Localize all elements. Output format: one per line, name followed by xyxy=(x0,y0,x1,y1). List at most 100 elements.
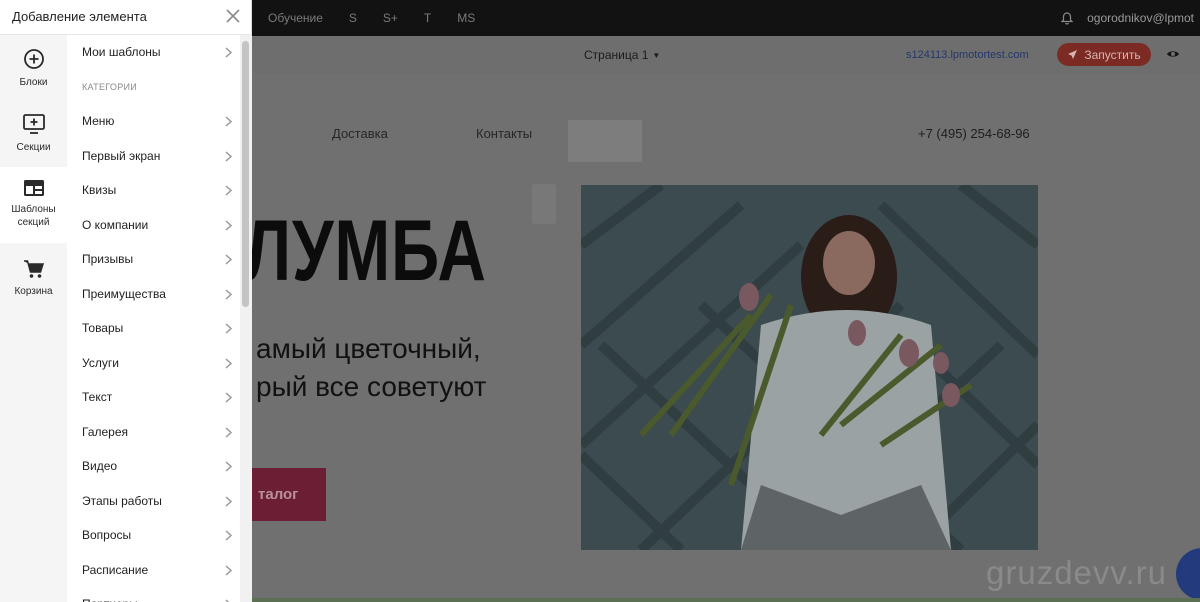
rail-item-label: Секции xyxy=(16,142,51,153)
menu-item-label: Партнеры xyxy=(82,597,138,602)
rail-item-sections[interactable]: Секции xyxy=(0,113,67,173)
rail-item-section-templates[interactable]: Шаблоны секций xyxy=(0,167,67,243)
menu-item-label: Текст xyxy=(82,390,113,404)
menu-item-category[interactable]: Видео xyxy=(67,451,240,481)
scrollbar-thumb[interactable] xyxy=(242,41,249,307)
menu-item-label: Расписание xyxy=(82,563,149,577)
menu-item-category[interactable]: Галерея xyxy=(67,417,240,447)
menu-item-label: Видео xyxy=(82,459,118,473)
menu-item-label: Призывы xyxy=(82,252,134,266)
hero-photo xyxy=(581,185,1038,550)
menu-item-label: Мои шаблоны xyxy=(82,45,161,59)
page-selector-label: Страница 1 xyxy=(584,48,649,62)
top-nav-t[interactable]: T xyxy=(424,11,431,25)
chevron-right-icon xyxy=(225,392,232,403)
category-menu: Мои шаблоны КАТЕГОРИИ Меню Первый экран Кв… xyxy=(67,35,240,602)
monitor-plus-icon xyxy=(22,114,45,134)
page-canvas[interactable]: Доставка Контакты +7 (495) 254-68-96 ЛУМ… xyxy=(252,74,1200,602)
hero-title: ЛУМБА xyxy=(252,203,487,299)
bell-icon[interactable] xyxy=(1061,11,1074,25)
chevron-right-icon xyxy=(225,289,232,300)
menu-item-category[interactable]: Расписание xyxy=(67,555,240,585)
chevron-right-icon xyxy=(225,358,232,369)
chevron-right-icon xyxy=(225,565,232,576)
site-nav-contacts[interactable]: Контакты xyxy=(476,126,532,141)
site-nav-delivery[interactable]: Доставка xyxy=(332,126,388,141)
menu-item-category[interactable]: Товары xyxy=(67,313,240,343)
chevron-right-icon xyxy=(225,254,232,265)
chevron-right-icon xyxy=(225,116,232,127)
chat-bubble-icon[interactable] xyxy=(1176,548,1200,600)
top-nav-s[interactable]: S xyxy=(349,11,357,25)
menu-item-label: Первый экран xyxy=(82,149,161,163)
close-icon[interactable] xyxy=(224,7,242,25)
top-nav-learning[interactable]: Обучение xyxy=(268,11,323,25)
watermark: gruzdevv.ru xyxy=(986,554,1167,591)
hero-subtitle: амый цветочный, рый все советуют xyxy=(256,330,486,406)
hero-catalog-button[interactable]: талог xyxy=(252,468,326,521)
menu-item-category[interactable]: Меню xyxy=(67,106,240,136)
menu-item-category[interactable]: Текст xyxy=(67,382,240,412)
menu-item-category[interactable]: Вопросы xyxy=(67,520,240,550)
panel-icon-rail: Блоки Секции Шаблоны секций Корзина xyxy=(0,35,67,602)
chevron-right-icon xyxy=(225,323,232,334)
menu-item-category[interactable]: Квизы xyxy=(67,175,240,205)
rail-item-blocks[interactable]: Блоки xyxy=(0,48,67,108)
hero-subtitle-line-2: рый все советуют xyxy=(256,371,487,402)
user-email[interactable]: ogorodnikov@lpmot xyxy=(1087,11,1194,25)
chevron-right-icon xyxy=(225,427,232,438)
hero-photo-illustration xyxy=(581,185,1038,550)
menu-item-category[interactable]: Преимущества xyxy=(67,279,240,309)
menu-item-label: Галерея xyxy=(82,425,129,439)
menu-item-label: О компании xyxy=(82,218,149,232)
top-nav-ms[interactable]: MS xyxy=(457,11,475,25)
menu-item-my-templates[interactable]: Мои шаблоны xyxy=(67,37,240,67)
chevron-right-icon xyxy=(225,496,232,507)
panel-header: Добавление элемента xyxy=(0,0,252,35)
menu-item-category[interactable]: Услуги xyxy=(67,348,240,378)
chevron-right-icon xyxy=(225,47,232,58)
hero-subtitle-line-1: амый цветочный, xyxy=(256,333,481,364)
add-element-panel: Добавление элемента Блоки Секции Шаблоны… xyxy=(0,0,252,602)
cart-icon xyxy=(23,260,44,278)
caret-down-icon: ▼ xyxy=(652,50,661,60)
rocket-icon xyxy=(1068,50,1078,59)
menu-item-label: Меню xyxy=(82,114,115,128)
eye-icon[interactable] xyxy=(1166,47,1180,61)
chevron-right-icon xyxy=(225,530,232,541)
launch-button-label: Запустить xyxy=(1084,47,1141,62)
menu-item-category[interactable]: Первый экран xyxy=(67,141,240,171)
chevron-right-icon xyxy=(225,185,232,196)
menu-item-label: Вопросы xyxy=(82,528,132,542)
logo-placeholder xyxy=(568,120,642,162)
top-nav: Обучение S S+ T MS xyxy=(268,0,501,36)
menu-item-category[interactable]: Этапы работы xyxy=(67,486,240,516)
menu-item-label: Этапы работы xyxy=(82,494,162,508)
menu-item-category[interactable]: О компании xyxy=(67,210,240,240)
hero-catalog-button-label: талог xyxy=(258,486,299,503)
site-phone: +7 (495) 254-68-96 xyxy=(918,126,1030,141)
chevron-right-icon xyxy=(225,151,232,162)
rail-item-label: Шаблоны секций xyxy=(11,204,56,228)
bottom-status-line xyxy=(252,598,1200,602)
domain-link[interactable]: s124113.lpmotortest.com xyxy=(906,36,1029,74)
panel-scrollbar[interactable] xyxy=(240,35,252,602)
floating-tool-placeholder xyxy=(532,184,556,224)
menu-item-label: Услуги xyxy=(82,356,119,370)
top-nav-s-plus[interactable]: S+ xyxy=(383,11,398,25)
plus-circle-icon xyxy=(23,49,44,69)
chevron-right-icon xyxy=(225,461,232,472)
menu-item-label: Квизы xyxy=(82,183,117,197)
menu-item-category[interactable]: Призывы xyxy=(67,244,240,274)
user-area[interactable]: ogorodnikov@lpmot xyxy=(1061,0,1194,36)
editor-toolbar: Страница 1 ▼ s124113.lpmotortest.com Зап… xyxy=(252,36,1200,74)
menu-item-label: Товары xyxy=(82,321,124,335)
page-selector[interactable]: Страница 1 ▼ xyxy=(584,36,660,74)
menu-item-category[interactable]: Партнеры xyxy=(67,589,240,602)
chevron-right-icon xyxy=(225,220,232,231)
rail-item-cart[interactable]: Корзина xyxy=(0,259,67,319)
categories-header: КАТЕГОРИИ xyxy=(82,82,138,92)
menu-item-label: Преимущества xyxy=(82,287,166,301)
launch-button[interactable]: Запустить xyxy=(1057,43,1151,66)
rail-item-label: Блоки xyxy=(19,77,48,88)
